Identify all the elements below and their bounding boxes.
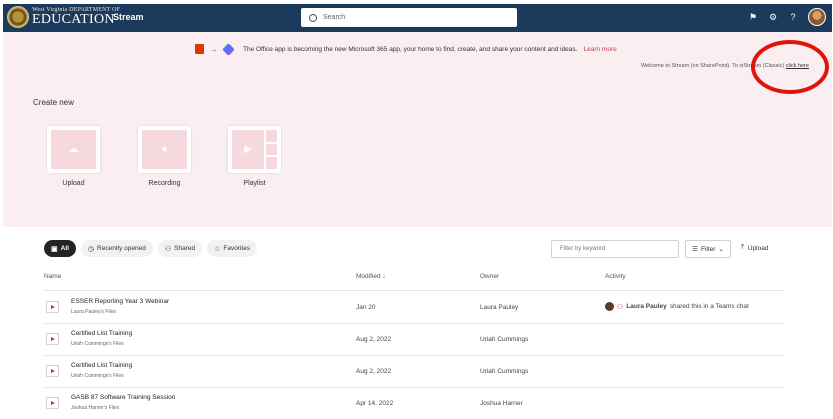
row-location: Uriah Cummings's Files (71, 373, 124, 379)
welcome-prefix: Welcome to Stream (on SharePoint). To vi (641, 63, 744, 69)
arrow-right-icon: → (210, 44, 218, 54)
playlist-card[interactable]: ▶ (228, 126, 281, 173)
notice-text: The Office app is becoming the new Micro… (243, 45, 578, 53)
teams-share-icon: ⚇ (617, 303, 624, 311)
row-location: Laura Pauley's Files (71, 309, 116, 315)
upload-label: Upload (747, 244, 769, 252)
upload-button[interactable]: ⤒ Upload (741, 244, 768, 252)
row-modified: Apr 14, 2022 (356, 400, 394, 407)
help-icon[interactable]: ? (788, 12, 798, 22)
tab-recently-opened[interactable]: ◷ Recently opened (80, 240, 153, 257)
column-header-name[interactable]: Name (44, 273, 61, 280)
upload-card-label: Upload (62, 180, 85, 187)
microsoft-365-icon (222, 42, 235, 56)
search-icon (309, 13, 317, 22)
activity-avatar (605, 302, 614, 311)
header-divider (44, 290, 785, 291)
filter-label: Filter (700, 245, 716, 253)
row-modified: Aug 2, 2022 (356, 336, 392, 343)
video-file-icon (46, 333, 59, 345)
avatar[interactable] (808, 8, 826, 26)
row-owner: Uriah Cummings (480, 368, 529, 375)
activity-text: shared this in a Teams chat (669, 303, 749, 310)
row-title[interactable]: ESSER Reporting Year 3 Webinar (71, 298, 169, 305)
highlight-circle (751, 40, 829, 94)
logo-big-text: EDUCATION (32, 12, 115, 27)
row-title[interactable]: Certified List Training (71, 362, 132, 369)
header-actions: ⚑ ⚙ ? (748, 8, 826, 26)
chevron-down-icon: ⌄ (718, 246, 724, 253)
tab-all-label: All (60, 245, 69, 252)
filter-tabs: ▣ All ◷ Recently opened ⚇ Shared ☆ Favorites (44, 240, 258, 257)
video-file-icon (46, 365, 59, 377)
upload-icon: ☁ (68, 144, 79, 155)
clock-icon: ◷ (87, 245, 95, 253)
row-modified: Jan 20 (356, 304, 376, 311)
office-notice: → The Office app is becoming the new Mic… (195, 42, 617, 56)
video-file-icon (46, 397, 59, 409)
create-new-label: Create new (33, 98, 74, 107)
search-placeholder: Search (323, 14, 346, 21)
table-row[interactable]: GASB 87 Software Training Session Joshua… (44, 388, 785, 419)
table-row[interactable]: Certified List Training Uriah Cummings's… (44, 356, 785, 387)
playlist-card-label: Playlist (243, 180, 266, 187)
column-header-modified[interactable]: Modified ↓ (356, 273, 386, 280)
learn-more-link[interactable]: Learn more (583, 46, 616, 53)
hero-section: → The Office app is becoming the new Mic… (3, 32, 832, 227)
upload-card[interactable]: ☁ (47, 126, 100, 173)
sort-arrow-icon: ↓ (382, 273, 386, 280)
top-bar: West Virginia DEPARTMENT OF EDUCATION St… (3, 4, 832, 32)
activity-user: Laura Pauley (626, 303, 667, 310)
row-modified: Aug 2, 2022 (356, 368, 392, 375)
row-owner: Laura Pauley (480, 304, 519, 311)
tab-shared[interactable]: ⚇ Shared (157, 240, 203, 257)
row-owner: Uriah Cummings (480, 336, 529, 343)
people-icon: ⚇ (164, 245, 172, 253)
row-title[interactable]: GASB 87 Software Training Session (71, 394, 175, 401)
tab-favorites-label: Favorites (223, 245, 251, 252)
table-row[interactable]: ESSER Reporting Year 3 Webinar Laura Pau… (44, 292, 785, 323)
notifications-icon[interactable]: ⚑ (748, 12, 758, 22)
org-logo[interactable]: West Virginia DEPARTMENT OF EDUCATION (7, 6, 120, 28)
app-name[interactable]: Stream (113, 12, 144, 22)
office-icon (195, 44, 204, 54)
row-location: Joshua Harner's Files (71, 405, 120, 411)
row-location: Uriah Cummings's Files (71, 341, 124, 347)
keyword-filter-input[interactable]: Filter by keyword (551, 240, 679, 258)
row-owner: Joshua Harner (480, 400, 523, 407)
state-seal-icon (7, 6, 29, 28)
row-activity: ⚇ Laura Pauley shared this in a Teams ch… (605, 302, 749, 311)
filter-button[interactable]: ☰ Filter ⌄ (685, 240, 731, 258)
playlist-items (265, 130, 277, 170)
tab-shared-label: Shared (174, 245, 196, 252)
modified-header-label: Modified (356, 273, 381, 280)
recording-card[interactable]: ● (138, 126, 191, 173)
filter-lines-icon: ☰ (692, 246, 698, 253)
search-input[interactable]: Search (301, 8, 517, 27)
settings-icon[interactable]: ⚙ (768, 12, 778, 22)
recording-icon: ● (161, 144, 168, 155)
all-icon: ▣ (51, 245, 58, 253)
column-header-activity[interactable]: Activity (605, 273, 626, 280)
logo-text: West Virginia DEPARTMENT OF EDUCATION (32, 7, 120, 27)
tab-all[interactable]: ▣ All (44, 240, 76, 257)
playlist-icon: ▶ (244, 144, 252, 155)
star-icon: ☆ (214, 245, 221, 253)
row-title[interactable]: Certified List Training (71, 330, 132, 337)
tab-favorites[interactable]: ☆ Favorites (207, 240, 258, 257)
column-header-owner[interactable]: Owner (480, 273, 499, 280)
recording-card-label: Recording (148, 180, 181, 187)
video-file-icon (46, 301, 59, 313)
table-row[interactable]: Certified List Training Uriah Cummings's… (44, 324, 785, 355)
upload-arrow-icon: ⤒ (741, 244, 744, 251)
tab-recent-label: Recently opened (97, 245, 146, 252)
